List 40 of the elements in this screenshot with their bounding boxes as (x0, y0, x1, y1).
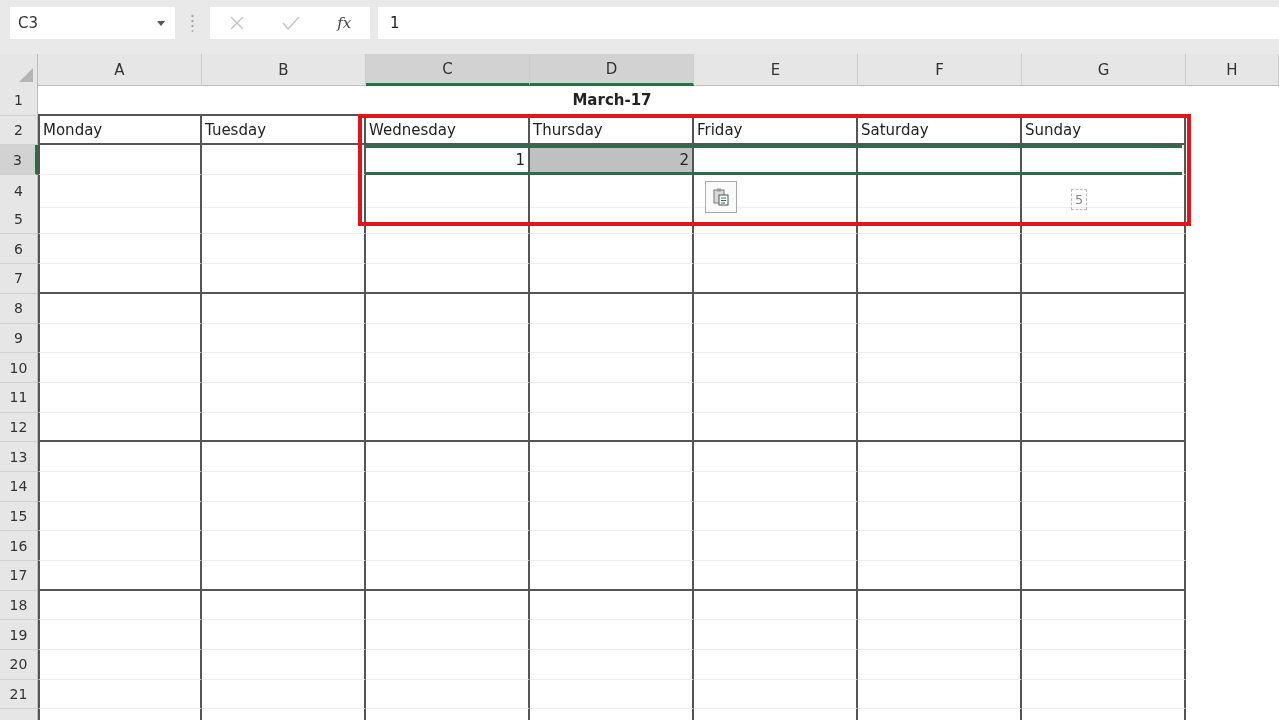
row-header[interactable]: 2 (0, 115, 38, 146)
row-header[interactable]: 6 (0, 234, 38, 265)
row-header[interactable]: 9 (0, 323, 38, 354)
day-name-cell: Friday (694, 115, 858, 146)
row-header[interactable]: 1 (0, 86, 38, 116)
day-name-cell: Sunday (1022, 115, 1186, 146)
row-header[interactable]: 13 (0, 442, 38, 472)
column-header[interactable]: C (366, 54, 530, 86)
fill-preview-tag: 5 (1071, 188, 1088, 210)
day-name-cell: Saturday (858, 115, 1022, 146)
row-header[interactable]: 15 (0, 501, 38, 532)
row-header[interactable]: 8 (0, 293, 38, 324)
row-header[interactable]: 19 (0, 620, 38, 651)
row-header[interactable]: 14 (0, 471, 38, 502)
row-header[interactable]: 18 (0, 590, 38, 621)
name-box[interactable]: C3 (10, 7, 175, 39)
day-name-cell: Monday (38, 115, 202, 146)
day-name-cell: Tuesday (202, 115, 366, 146)
row-header[interactable]: 3 (0, 145, 38, 176)
row-header[interactable]: 16 (0, 531, 38, 561)
cell-reference: C3 (18, 14, 39, 32)
column-header[interactable]: F (858, 54, 1022, 86)
formula-field[interactable]: 1 (378, 7, 1279, 39)
insert-function-button[interactable]: fx (337, 14, 352, 32)
row-header[interactable]: 5 (0, 204, 38, 235)
row-header[interactable]: 11 (0, 382, 38, 413)
row-header[interactable]: 17 (0, 561, 38, 591)
row-header[interactable]: 20 (0, 650, 38, 680)
column-header[interactable]: G (1022, 54, 1186, 86)
row-header[interactable]: 12 (0, 412, 38, 443)
month-title: March-17 (38, 86, 1186, 116)
column-header[interactable]: D (530, 54, 694, 86)
row-header[interactable]: 10 (0, 353, 38, 383)
row-header[interactable]: 7 (0, 264, 38, 294)
row-header[interactable]: 21 (0, 679, 38, 710)
day-name-cell: Wednesday (366, 115, 530, 146)
column-header[interactable]: E (694, 54, 858, 86)
column-header[interactable]: H (1186, 54, 1279, 86)
day-name-cell: Thursday (530, 115, 694, 146)
column-header[interactable]: A (38, 54, 202, 86)
